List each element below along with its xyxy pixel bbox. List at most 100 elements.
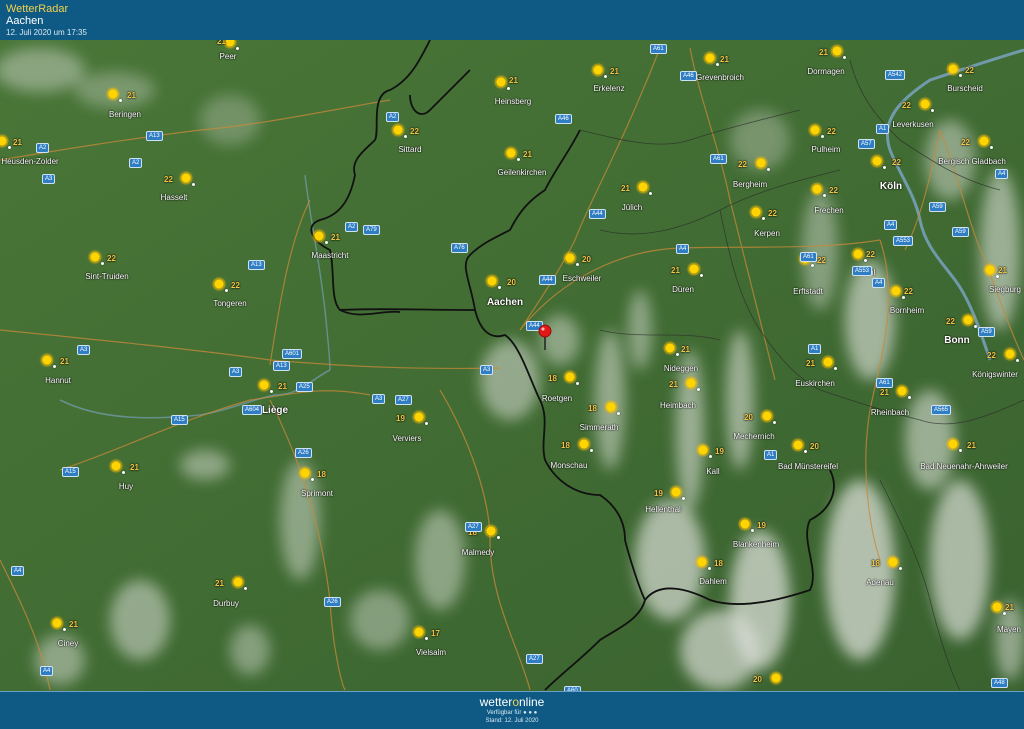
city-dot bbox=[899, 567, 902, 570]
city-temperature: 22 bbox=[768, 209, 777, 218]
city-label[interactable]: Sprimont bbox=[301, 489, 333, 498]
city-label[interactable]: Euskirchen bbox=[795, 379, 835, 388]
city-temperature: 19 bbox=[715, 447, 724, 456]
city-label[interactable]: Köln bbox=[880, 181, 902, 192]
city-label[interactable]: Nideggen bbox=[664, 364, 698, 373]
city-temperature: 20 bbox=[810, 442, 819, 451]
availability-line: Verfügbar für ● ● ● bbox=[0, 710, 1024, 716]
road-sign: A13 bbox=[146, 131, 163, 141]
brand-prefix: wetter bbox=[479, 695, 513, 709]
city-dot bbox=[497, 536, 500, 539]
city-label[interactable]: Leverkusen bbox=[892, 120, 933, 129]
app-footer: wetteronline Verfügbar für ● ● ● Stand: … bbox=[0, 691, 1024, 729]
city-label[interactable]: Malmedy bbox=[462, 548, 494, 557]
city-label[interactable]: Dormagen bbox=[807, 67, 844, 76]
city-label[interactable]: Sittard bbox=[398, 145, 421, 154]
city-label[interactable]: Liège bbox=[262, 405, 288, 416]
sun-icon bbox=[486, 526, 496, 536]
city-label[interactable]: Blankenheim bbox=[733, 540, 779, 549]
city-label[interactable]: Durbuy bbox=[213, 599, 239, 608]
city-dot bbox=[682, 497, 685, 500]
city-label[interactable]: Aachen bbox=[487, 297, 523, 308]
city-dot bbox=[225, 289, 228, 292]
city-label[interactable]: Adenau bbox=[866, 578, 894, 587]
city-label[interactable]: Siegburg bbox=[989, 285, 1021, 294]
city-label[interactable]: Kall bbox=[706, 467, 719, 476]
city-dot bbox=[811, 264, 814, 267]
city-label[interactable]: Bonn bbox=[944, 335, 970, 346]
city-label[interactable]: Frechen bbox=[814, 206, 843, 215]
brand-logo[interactable]: wetteronline bbox=[0, 695, 1024, 709]
city-label[interactable]: Roetgen bbox=[542, 394, 572, 403]
road-sign: A61 bbox=[710, 154, 727, 164]
road-sign: A27 bbox=[526, 654, 543, 664]
city-label[interactable]: Bornheim bbox=[890, 306, 924, 315]
city-temperature: 20 bbox=[744, 413, 753, 422]
city-label[interactable]: Königswinter bbox=[972, 370, 1018, 379]
platform-icons: ● ● ● bbox=[523, 710, 538, 716]
road-sign: A4 bbox=[872, 278, 886, 288]
city-label[interactable]: Sint-Truiden bbox=[85, 272, 128, 281]
weather-map[interactable]: 21 Peer 21 Heinsberg 21 Erkelenz 21 Grevenbroic… bbox=[0, 40, 1024, 691]
city-temperature: 22 bbox=[107, 254, 116, 263]
city-label[interactable]: Simmerath bbox=[580, 423, 619, 432]
city-label[interactable]: Düren bbox=[672, 285, 694, 294]
city-label[interactable]: Huy bbox=[119, 482, 133, 491]
city-dot bbox=[908, 396, 911, 399]
city-label[interactable]: Bergheim bbox=[733, 180, 767, 189]
city-label[interactable]: Pulheim bbox=[812, 145, 841, 154]
sun-icon bbox=[90, 252, 100, 262]
city-label[interactable]: Burscheid bbox=[947, 84, 983, 93]
city-label[interactable]: Hannut bbox=[45, 376, 71, 385]
sun-icon bbox=[314, 231, 324, 241]
city-temperature: 18 bbox=[561, 441, 570, 450]
city-label[interactable]: Ciney bbox=[58, 639, 78, 648]
city-dot bbox=[709, 455, 712, 458]
city-label[interactable]: Bad Münstereifel bbox=[778, 462, 838, 471]
city-label[interactable]: Bergisch Gladbach bbox=[938, 157, 1006, 166]
city-label[interactable]: Erkelenz bbox=[593, 84, 624, 93]
city-label[interactable]: Kerpen bbox=[754, 229, 780, 238]
road-sign: A46 bbox=[555, 114, 572, 124]
city-label[interactable]: Erftstadt bbox=[793, 287, 823, 296]
road-sign: A601 bbox=[282, 349, 303, 359]
city-label[interactable]: Heusden-Zolder bbox=[1, 157, 58, 166]
city-label[interactable]: Grevenbroich bbox=[696, 73, 744, 82]
sun-icon bbox=[414, 627, 424, 637]
road-sign: A15 bbox=[171, 415, 188, 425]
city-temperature: 21 bbox=[967, 441, 976, 450]
sun-icon bbox=[751, 207, 761, 217]
city-temperature: 18 bbox=[588, 404, 597, 413]
city-label[interactable]: Maastricht bbox=[312, 251, 349, 260]
city-label[interactable]: Mayen bbox=[997, 625, 1021, 634]
city-label[interactable]: Geilenkirchen bbox=[498, 168, 547, 177]
city-label[interactable]: Heimbach bbox=[660, 401, 696, 410]
sun-icon bbox=[985, 265, 995, 275]
city-label[interactable]: Heinsberg bbox=[495, 97, 531, 106]
sun-icon bbox=[705, 53, 715, 63]
city-label[interactable]: Jülich bbox=[622, 203, 642, 212]
city-label[interactable]: Tongeren bbox=[213, 299, 246, 308]
sun-icon bbox=[823, 357, 833, 367]
sun-icon bbox=[888, 557, 898, 567]
city-temperature: 22 bbox=[892, 158, 901, 167]
city-label[interactable]: Vielsalm bbox=[416, 648, 446, 657]
city-label[interactable]: Dahlem bbox=[699, 577, 727, 586]
city-label[interactable]: Eschweiler bbox=[563, 274, 602, 283]
city-temperature: 18 bbox=[548, 374, 557, 383]
sun-icon bbox=[689, 264, 699, 274]
city-label[interactable]: Peer bbox=[220, 52, 237, 61]
city-label[interactable]: Rheinbach bbox=[871, 408, 909, 417]
sun-icon bbox=[565, 253, 575, 263]
city-dot bbox=[974, 325, 977, 328]
city-label[interactable]: Hellenthal bbox=[645, 505, 681, 514]
city-label[interactable]: Verviers bbox=[393, 434, 422, 443]
city-label[interactable]: Monschau bbox=[551, 461, 588, 470]
city-label[interactable]: Bad Neuenahr-Ahrweiler bbox=[920, 462, 1008, 471]
city-label[interactable]: Hasselt bbox=[161, 193, 188, 202]
sun-icon bbox=[897, 386, 907, 396]
city-label[interactable]: Mechernich bbox=[733, 432, 774, 441]
city-dot bbox=[53, 365, 56, 368]
road-sign: A4 bbox=[40, 666, 54, 676]
city-label[interactable]: Beringen bbox=[109, 110, 141, 119]
